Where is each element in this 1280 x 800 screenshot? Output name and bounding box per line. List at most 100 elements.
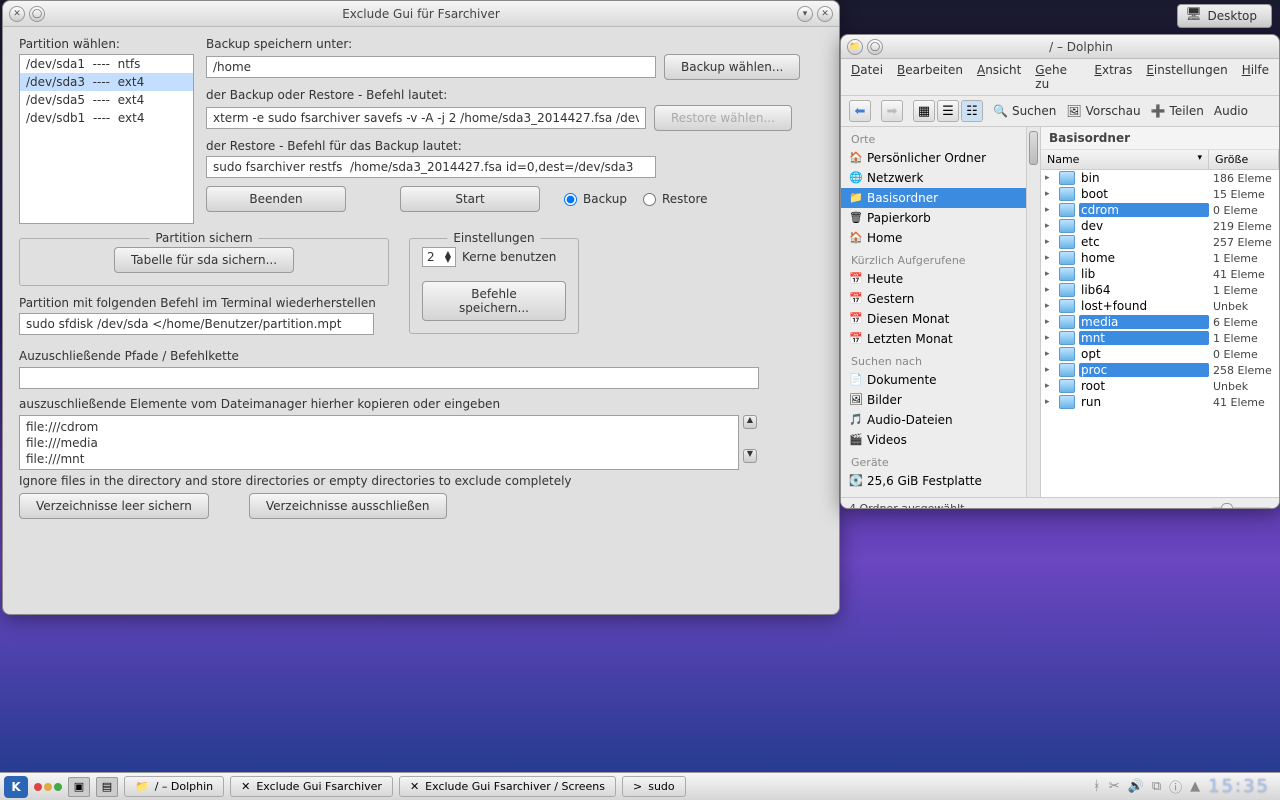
folder-row[interactable]: ▸dev219 Eleme: [1041, 218, 1279, 234]
folder-row[interactable]: ▸media6 Eleme: [1041, 314, 1279, 330]
updates-icon[interactable]: ▲: [1190, 779, 1200, 794]
expand-icon[interactable]: ▸: [1045, 189, 1055, 199]
folder-row[interactable]: ▸opt0 Eleme: [1041, 346, 1279, 362]
dolphin-pin-icon[interactable]: ◯: [867, 39, 883, 55]
menu-ansicht[interactable]: Ansicht: [977, 63, 1021, 91]
folder-row[interactable]: ▸mnt1 Eleme: [1041, 330, 1279, 346]
desktop-switcher-button[interactable]: Desktop: [1177, 4, 1273, 28]
folder-row[interactable]: ▸proc258 Eleme: [1041, 362, 1279, 378]
command-input[interactable]: [206, 107, 646, 129]
table-save-button[interactable]: Tabelle für sda sichern...: [114, 247, 294, 273]
close-icon[interactable]: ✕: [817, 6, 833, 22]
places-item[interactable]: 📅Diesen Monat: [841, 309, 1040, 329]
folder-row[interactable]: ▸home1 Eleme: [1041, 250, 1279, 266]
taskbar-task[interactable]: 📁/ – Dolphin: [124, 776, 224, 797]
restore-cmd-input[interactable]: [206, 156, 656, 178]
dolphin-titlebar[interactable]: 📁 ◯ / – Dolphin: [841, 35, 1279, 59]
menu-einstellungen[interactable]: Einstellungen: [1146, 63, 1227, 91]
menu-bearbeiten[interactable]: Bearbeiten: [897, 63, 963, 91]
bluetooth-icon[interactable]: ᚼ: [1093, 779, 1101, 794]
volume-icon[interactable]: 🔊: [1128, 779, 1144, 794]
places-item[interactable]: 📄Dokumente: [841, 370, 1040, 390]
partition-item[interactable]: /dev/sdb1 ---- ext4: [20, 109, 193, 127]
details-view-button[interactable]: ☷: [961, 100, 983, 122]
folder-row[interactable]: ▸lib641 Eleme: [1041, 282, 1279, 298]
restore-terminal-input[interactable]: [19, 313, 374, 335]
clipboard-icon[interactable]: ✂: [1109, 779, 1120, 794]
audio-toolbar-item[interactable]: Audio: [1214, 104, 1248, 118]
places-item[interactable]: 🏠Persönlicher Ordner: [841, 148, 1040, 168]
folder-row[interactable]: ▸lib41 Eleme: [1041, 266, 1279, 282]
list-down-button[interactable]: ▼: [743, 449, 757, 463]
places-item[interactable]: 🖼Bilder: [841, 390, 1040, 410]
partition-item[interactable]: /dev/sda3 ---- ext4: [20, 73, 193, 91]
places-item[interactable]: 🎵Audio-Dateien: [841, 410, 1040, 430]
exclude-path-input[interactable]: [19, 367, 759, 389]
save-commands-button[interactable]: Befehle speichern...: [422, 281, 566, 321]
file-tree[interactable]: ▸bin186 Eleme▸boot15 Eleme▸cdrom0 Eleme▸…: [1041, 170, 1279, 497]
taskbar-task[interactable]: ✕Exclude Gui Fsarchiver: [230, 776, 393, 797]
expand-icon[interactable]: ▸: [1045, 205, 1055, 215]
cores-spinbox[interactable]: 2▲▼: [422, 247, 456, 267]
share-toolbar-item[interactable]: ➕Teilen: [1151, 104, 1204, 118]
backup-radio[interactable]: Backup: [564, 192, 627, 206]
preview-toolbar-item[interactable]: 🖼Vorschau: [1066, 104, 1140, 118]
partition-item[interactable]: /dev/sda5 ---- ext4: [20, 91, 193, 109]
places-item[interactable]: 🎬Videos: [841, 430, 1040, 450]
menu-gehe zu[interactable]: Gehe zu: [1035, 63, 1080, 91]
start-button[interactable]: K: [4, 776, 28, 798]
empty-dirs-button[interactable]: Verzeichnisse leer sichern: [19, 493, 209, 519]
network-icon[interactable]: ⧉: [1152, 779, 1161, 794]
folder-row[interactable]: ▸etc257 Eleme: [1041, 234, 1279, 250]
search-toolbar-item[interactable]: 🔍Suchen: [993, 104, 1056, 118]
start-button[interactable]: Start: [400, 186, 540, 212]
expand-icon[interactable]: ▸: [1045, 349, 1055, 359]
expand-icon[interactable]: ▸: [1045, 333, 1055, 343]
filemanager-launcher-icon[interactable]: ▤: [96, 777, 118, 797]
pin-icon[interactable]: ◯: [29, 6, 45, 22]
folder-row[interactable]: ▸boot15 Eleme: [1041, 186, 1279, 202]
expand-icon[interactable]: ▸: [1045, 285, 1055, 295]
restore-radio[interactable]: Restore: [643, 192, 708, 206]
column-headers[interactable]: Name▾ Größe: [1041, 150, 1279, 170]
expand-icon[interactable]: ▸: [1045, 317, 1055, 327]
menu-datei[interactable]: Datei: [851, 63, 883, 91]
dolphin-menubar[interactable]: Datei Bearbeiten Ansicht Gehe zu Extras Einst…: [841, 59, 1279, 96]
folder-row[interactable]: ▸lost+foundUnbek: [1041, 298, 1279, 314]
taskbar-task[interactable]: >sudo: [622, 776, 686, 797]
menu-extras[interactable]: Extras: [1094, 63, 1132, 91]
quit-button[interactable]: Beenden: [206, 186, 346, 212]
folder-row[interactable]: ▸bin186 Eleme: [1041, 170, 1279, 186]
backup-choose-button[interactable]: Backup wählen...: [664, 54, 800, 80]
places-item[interactable]: 📅Gestern: [841, 289, 1040, 309]
compact-view-button[interactable]: ☰: [937, 100, 959, 122]
back-button[interactable]: ⬅: [849, 100, 871, 122]
places-item[interactable]: 💽25,6 GiB Festplatte: [841, 471, 1040, 491]
titlebar[interactable]: ✕ ◯ Exclude Gui für Fsarchiver ▾ ✕: [3, 1, 839, 27]
places-item[interactable]: 🌐Netzwerk: [841, 168, 1040, 188]
icons-view-button[interactable]: ▦: [913, 100, 935, 122]
taskbar-task[interactable]: ✕Exclude Gui Fsarchiver / Screens: [399, 776, 616, 797]
places-item[interactable]: 📅Heute: [841, 269, 1040, 289]
terminal-launcher-icon[interactable]: ▣: [68, 777, 90, 797]
folder-row[interactable]: ▸cdrom0 Eleme: [1041, 202, 1279, 218]
exclude-dirs-button[interactable]: Verzeichnisse ausschließen: [249, 493, 447, 519]
expand-icon[interactable]: ▸: [1045, 381, 1055, 391]
folder-row[interactable]: ▸run41 Eleme: [1041, 394, 1279, 410]
places-scrollbar[interactable]: [1026, 127, 1040, 497]
expand-icon[interactable]: ▸: [1045, 365, 1055, 375]
desktop-pager[interactable]: [34, 783, 62, 791]
zoom-slider[interactable]: [1211, 507, 1271, 510]
expand-icon[interactable]: ▸: [1045, 397, 1055, 407]
expand-icon[interactable]: ▸: [1045, 253, 1055, 263]
partition-listbox[interactable]: /dev/sda1 ---- ntfs/dev/sda3 ---- ext4/d…: [19, 54, 194, 224]
dolphin-menu-icon[interactable]: 📁: [847, 39, 863, 55]
list-up-button[interactable]: ▲: [743, 415, 757, 429]
places-item[interactable]: 🏠Home: [841, 228, 1040, 248]
expand-icon[interactable]: ▸: [1045, 221, 1055, 231]
path-breadcrumb[interactable]: Basisordner: [1041, 127, 1279, 150]
places-item[interactable]: 📅Letzten Monat: [841, 329, 1040, 349]
places-item[interactable]: 📁Basisordner: [841, 188, 1040, 208]
expand-icon[interactable]: ▸: [1045, 301, 1055, 311]
notifications-icon[interactable]: ⓘ: [1169, 777, 1182, 796]
